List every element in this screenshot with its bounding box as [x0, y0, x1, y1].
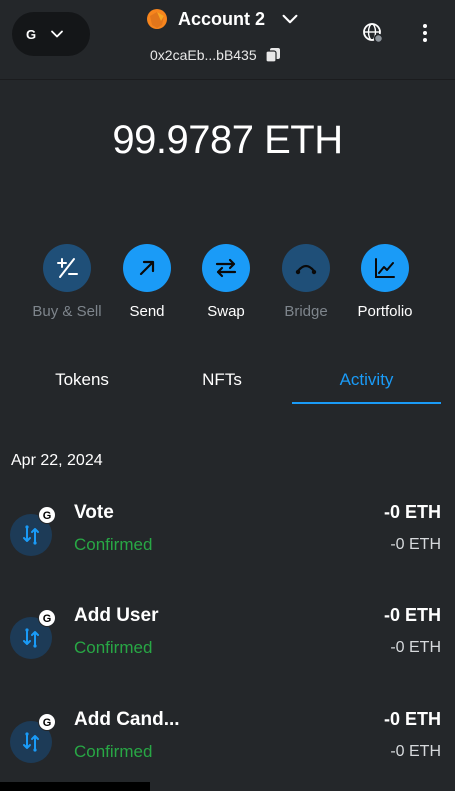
account-avatar-icon: [147, 9, 167, 29]
transaction-fiat-amount: -0 ETH: [390, 536, 441, 553]
buy-sell-button[interactable]: Buy & Sell: [27, 244, 107, 320]
activity-item[interactable]: G Add User Confirmed -0 ETH -0 ETH: [0, 605, 455, 675]
more-options-icon[interactable]: [418, 22, 432, 44]
transaction-icon-wrap: G: [10, 506, 56, 556]
swap-button[interactable]: Swap: [186, 244, 266, 320]
chevron-down-icon: [282, 14, 298, 24]
asset-tabs: Tokens NFTs Activity: [0, 356, 455, 406]
activity-item[interactable]: G Vote Confirmed -0 ETH -0 ETH: [0, 502, 455, 572]
account-address[interactable]: 0x2caEb...bB435: [150, 47, 281, 63]
portfolio-button[interactable]: Portfolio: [345, 244, 425, 320]
activity-item[interactable]: G Add Cand... Confirmed -0 ETH -0 ETH: [0, 709, 455, 779]
transaction-amount: -0 ETH: [383, 709, 441, 729]
address-text: 0x2caEb...bB435: [150, 47, 257, 63]
account-name: Account 2: [178, 8, 266, 29]
action-bar: Buy & Sell Send Swap Bridge Portfolio: [0, 244, 455, 334]
tab-nfts[interactable]: NFTs: [158, 356, 286, 404]
portfolio-label: Portfolio: [357, 303, 413, 320]
network-badge: G: [26, 26, 37, 42]
send-label: Send: [129, 303, 165, 320]
network-badge: G: [38, 609, 56, 627]
send-button[interactable]: Send: [107, 244, 187, 320]
bridge-circle: [282, 244, 330, 292]
network-badge: G: [38, 713, 56, 731]
bottom-strip: [0, 782, 150, 791]
copy-icon: [265, 48, 280, 63]
transaction-amount: -0 ETH: [383, 605, 441, 625]
transaction-amount: -0 ETH: [383, 502, 441, 522]
buy-sell-label: Buy & Sell: [32, 303, 102, 320]
buy-sell-circle: [43, 244, 91, 292]
activity-date-header: Apr 22, 2024: [11, 452, 103, 469]
network-selector[interactable]: G: [12, 12, 90, 56]
contract-interaction-icon: [23, 732, 39, 752]
transaction-status: Confirmed: [74, 742, 153, 761]
header: G Account 2 0x2caEb...bB435: [0, 0, 455, 80]
tab-activity[interactable]: Activity: [292, 356, 441, 404]
swap-arrows-icon: [215, 258, 237, 278]
transaction-title: Add Cand...: [74, 709, 180, 730]
bridge-icon: [295, 264, 317, 275]
portfolio-circle: [361, 244, 409, 292]
chart-icon: [375, 258, 395, 278]
transaction-status: Confirmed: [74, 638, 153, 657]
account-selector[interactable]: Account 2: [146, 8, 299, 30]
transaction-title: Vote: [74, 502, 114, 523]
contract-interaction-icon: [23, 628, 39, 648]
swap-label: Swap: [207, 303, 245, 320]
transaction-title: Add User: [74, 605, 159, 626]
bridge-label: Bridge: [284, 303, 328, 320]
swap-circle: [202, 244, 250, 292]
transaction-icon-wrap: G: [10, 713, 56, 763]
network-badge: G: [38, 506, 56, 524]
plus-minus-icon: [57, 258, 78, 278]
chevron-down-icon: [51, 30, 64, 38]
transaction-fiat-amount: -0 ETH: [390, 639, 441, 656]
send-circle: [123, 244, 171, 292]
globe-icon[interactable]: [362, 22, 384, 44]
bridge-button[interactable]: Bridge: [266, 244, 346, 320]
arrow-up-right-icon: [139, 260, 155, 276]
transaction-icon-wrap: G: [10, 609, 56, 659]
transaction-status: Confirmed: [74, 535, 153, 554]
balance-display: 99.9787 ETH: [112, 118, 343, 162]
contract-interaction-icon: [23, 525, 39, 545]
transaction-fiat-amount: -0 ETH: [390, 743, 441, 760]
tab-tokens[interactable]: Tokens: [18, 356, 146, 404]
